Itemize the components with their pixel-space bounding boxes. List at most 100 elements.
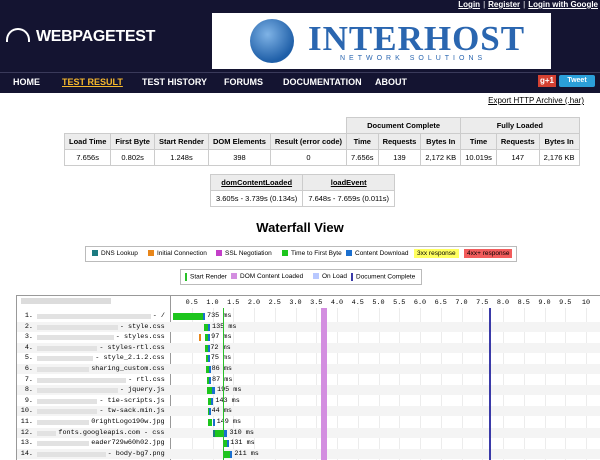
waterfall-chart: 0.5 1.0 1.5 2.0 2.5 3.0 3.5 4.0 4.5 5.0 5.5 6.0 6.5 7… — [16, 295, 600, 460]
axis-tick-label: 2.5 — [268, 299, 281, 307]
waterfall-row[interactable]: 6. sharing_custom.css 86 ms — [17, 364, 600, 374]
download-bar — [211, 397, 214, 405]
document-complete-marker — [488, 308, 491, 460]
row-number: 8. — [24, 386, 33, 395]
download-bar — [207, 355, 210, 363]
waterfall-row[interactable]: 14. - body-bg7.png 211 ms — [17, 449, 600, 459]
axis-tick-label: 0.5 — [185, 299, 198, 307]
request-url[interactable]: eader729w60h02.jpg — [91, 439, 164, 447]
register-link[interactable]: Register — [488, 0, 520, 9]
waterfall-row[interactable]: 3. - styles.css 97 ms — [17, 332, 600, 342]
waterfall-row[interactable]: 5. - style_2.1.2.css 75 ms — [17, 353, 600, 363]
nav-about[interactable]: ABOUT — [375, 77, 407, 87]
nav-test-history[interactable]: TEST HISTORY — [142, 77, 207, 87]
table-cell: 2,172 KB — [420, 149, 462, 166]
events-table: domContentLoaded loadEvent 3.605s - 3.73… — [209, 174, 396, 207]
waterfall-row[interactable]: 9. - tie-scripts.js 143 ms — [17, 396, 600, 406]
request-url[interactable]: 0rightLogo190w.jpg — [91, 418, 164, 426]
login-with-google-link[interactable]: Login with Google — [528, 0, 598, 9]
table-cell: 3.605s - 3.739s (0.134s) — [209, 190, 304, 207]
webpagetest-logo[interactable]: WEBPAGETEST — [6, 27, 155, 46]
dom-content-loaded-link[interactable]: domContentLoaded — [209, 174, 304, 191]
request-url[interactable]: - style_2.1.2.css — [95, 354, 164, 362]
host-redacted — [37, 314, 151, 319]
request-duration-label: 735 ms — [207, 312, 232, 320]
request-url[interactable]: - style.css — [120, 323, 165, 331]
row-number: 1. — [24, 312, 33, 320]
request-url[interactable]: - jquery.js — [120, 386, 165, 394]
waterfall-row[interactable]: 11. 0rightLogo190w.jpg 149 ms — [17, 417, 600, 427]
waterfall-row[interactable]: 2. - style.css 135 ms — [17, 322, 600, 332]
nav-documentation[interactable]: DOCUMENTATION — [283, 77, 362, 87]
waterfall-row[interactable]: 7. - rtl.css 87 ms — [17, 375, 600, 385]
row-number: 9. — [24, 396, 33, 405]
request-url[interactable]: - rtl.css — [128, 376, 165, 384]
legend-item: On Load — [313, 273, 347, 280]
host-redacted — [37, 398, 98, 404]
request-url[interactable]: sharing_custom.css — [91, 365, 164, 373]
row-number: 13. — [20, 439, 33, 448]
swatch-icon — [313, 273, 319, 280]
nav-home[interactable]: HOME — [13, 77, 40, 87]
google-plus-button[interactable]: g+1 — [538, 75, 556, 87]
swatch-icon — [185, 273, 187, 281]
legend-item: DOM Content Loaded — [231, 273, 303, 280]
row-number: 4. — [24, 343, 33, 352]
request-url[interactable]: - / — [153, 312, 165, 320]
host-redacted — [37, 345, 98, 351]
sponsor-banner[interactable]: INTERHOST NETWORK SOLUTIONS — [212, 13, 551, 69]
host-redacted — [37, 430, 57, 436]
table-cell: 10.019s — [460, 149, 497, 166]
swatch-icon — [92, 250, 98, 257]
request-duration-label: 131 ms — [230, 439, 255, 448]
load-event-link[interactable]: loadEvent — [302, 174, 396, 191]
swatch-icon — [346, 250, 352, 257]
swatch-icon — [351, 273, 353, 281]
nav-test-result[interactable]: TEST RESULT — [62, 77, 123, 87]
banner-brand: INTERHOST — [308, 19, 526, 58]
axis-tick-label: 3.0 — [289, 299, 302, 307]
legend-item: 3xx response — [414, 249, 459, 258]
axis-tick-label: 1.0 — [206, 299, 219, 307]
legend-item: Document Complete — [351, 273, 415, 281]
export-har-link[interactable]: Export HTTP Archive (.har) — [488, 96, 584, 105]
waterfall-row[interactable]: 8. - jquery.js 195 ms — [17, 385, 600, 395]
waterfall-row[interactable]: 12. fonts.googleapis.com - css 310 ms — [17, 428, 600, 438]
request-url[interactable]: fonts.googleapis.com - css — [58, 429, 164, 437]
nav-forums[interactable]: FORUMS — [224, 77, 263, 87]
summary-table: Document Complete Fully Loaded Load Time… — [63, 117, 580, 166]
login-link[interactable]: Login — [458, 0, 480, 9]
table-cell: 7.648s - 7.659s (0.011s) — [302, 190, 396, 207]
host-redacted — [37, 367, 90, 372]
legend-item: Content Download — [346, 250, 408, 257]
waterfall-url-header — [17, 296, 171, 308]
host-redacted — [37, 388, 118, 394]
table-cell: 147 — [495, 149, 540, 166]
axis-tick-label: 4.5 — [351, 299, 364, 307]
col-header: DOM Elements — [207, 133, 271, 150]
waterfall-row[interactable]: 13. eader729w60h02.jpg 131 ms — [17, 438, 600, 448]
request-url[interactable]: - tie-scripts.js — [99, 397, 164, 405]
host-redacted — [37, 420, 90, 425]
page-url-redacted — [21, 298, 111, 304]
request-url[interactable]: - body-bg7.png — [108, 450, 165, 458]
download-bar — [229, 450, 233, 458]
col-header: Bytes In — [420, 133, 462, 150]
col-header: Time — [460, 133, 497, 150]
waterfall-row[interactable]: 4. - styles-rtl.css 72 ms — [17, 343, 600, 353]
legend-item: SSL Negotiation — [216, 250, 272, 257]
axis-tick-label: 9.0 — [538, 299, 551, 307]
waterfall-row[interactable]: 10. - tw-sack.min.js 44 ms — [17, 406, 600, 416]
axis-tick-label: 6.5 — [434, 299, 447, 307]
request-url[interactable]: - tw-sack.min.js — [99, 407, 164, 415]
request-url[interactable]: - styles-rtl.css — [99, 344, 164, 352]
request-duration-label: 195 ms — [216, 386, 242, 395]
download-bar — [226, 440, 229, 448]
download-bar — [223, 429, 228, 437]
request-duration-label: 211 ms — [234, 449, 259, 458]
download-bar — [212, 387, 215, 395]
waterfall-row[interactable]: 1. - / 735 ms — [17, 311, 600, 321]
request-url[interactable]: - styles.css — [116, 333, 165, 341]
account-links: Login | Register | Login with Google — [458, 0, 598, 9]
tweet-button[interactable]: Tweet — [559, 75, 595, 87]
